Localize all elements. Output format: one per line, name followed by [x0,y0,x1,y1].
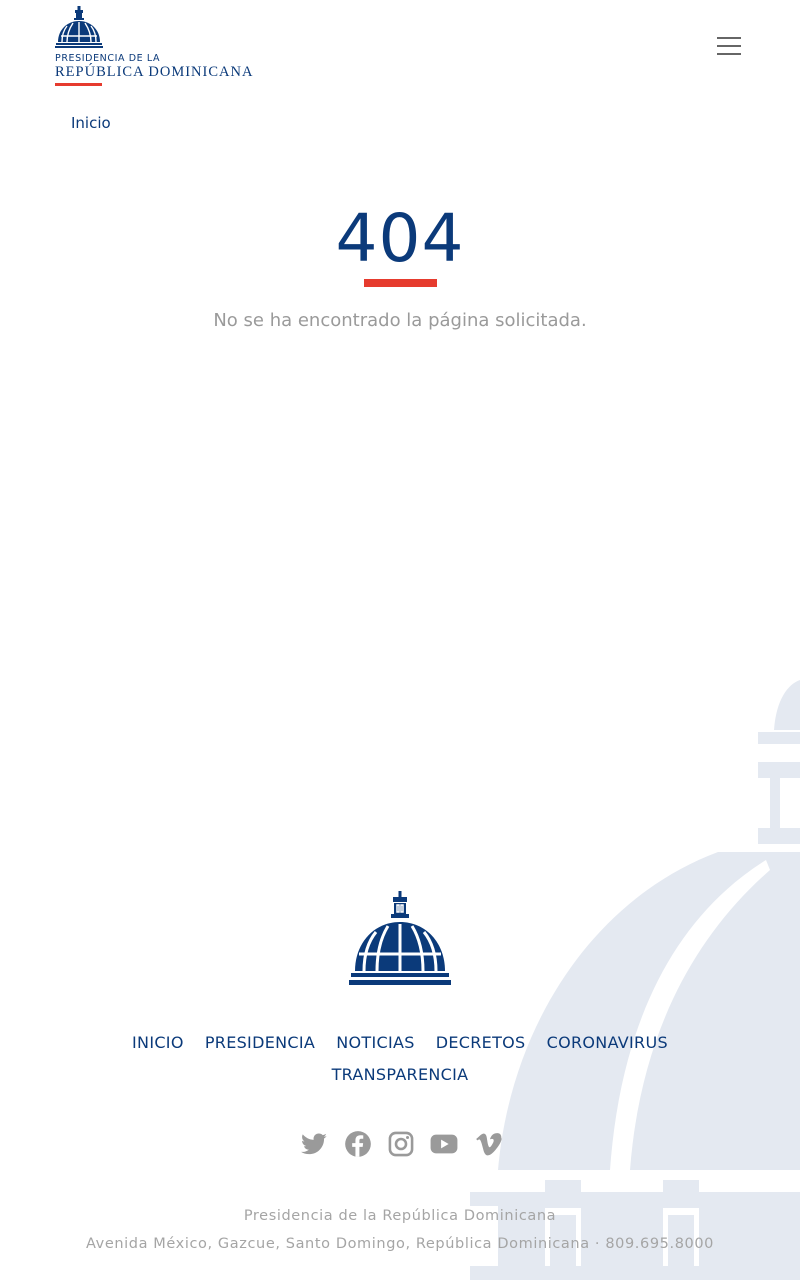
footer-nav-presidencia[interactable]: PRESIDENCIA [205,1027,315,1059]
footer-address: Avenida México, Gazcue, Santo Domingo, R… [86,1236,714,1252]
dome-watermark-image [470,680,800,1280]
youtube-icon[interactable] [430,1130,458,1158]
vimeo-icon[interactable] [475,1130,503,1158]
footer-nav-decretos[interactable]: DECRETOS [436,1027,526,1059]
site-header: PRESIDENCIA DE LA REPÚBLICA DOMINICANA [0,0,800,100]
breadcrumb-home-link[interactable]: Inicio [71,114,111,132]
footer-navigation: INICIO PRESIDENCIA NOTICIAS DECRETOS COR… [80,1027,720,1091]
twitter-icon[interactable] [300,1130,328,1158]
instagram-icon[interactable] [387,1130,415,1158]
logo-red-underline [55,83,102,86]
facebook-icon[interactable] [344,1130,372,1158]
palace-dome-icon [55,6,103,48]
footer-nav-inicio[interactable]: INICIO [132,1027,184,1059]
logo-text-main: REPÚBLICA DOMINICANA [55,64,254,80]
footer-nav-noticias[interactable]: NOTICIAS [336,1027,414,1059]
error-red-divider [364,279,437,287]
social-links [300,1130,503,1160]
presidencia-logo[interactable]: PRESIDENCIA DE LA REPÚBLICA DOMINICANA [55,6,260,88]
error-code-heading: 404 [335,200,465,277]
footer-nav-coronavirus[interactable]: CORONAVIRUS [547,1027,668,1059]
error-message: No se ha encontrado la página solicitada… [213,310,587,331]
footer-nav-transparencia[interactable]: TRANSPARENCIA [332,1059,469,1091]
hamburger-menu-button[interactable] [712,34,746,60]
logo-text-top: PRESIDENCIA DE LA [55,53,161,64]
footer-dome-logo-icon[interactable] [349,891,451,985]
footer-org-name: Presidencia de la República Dominicana [243,1208,557,1224]
